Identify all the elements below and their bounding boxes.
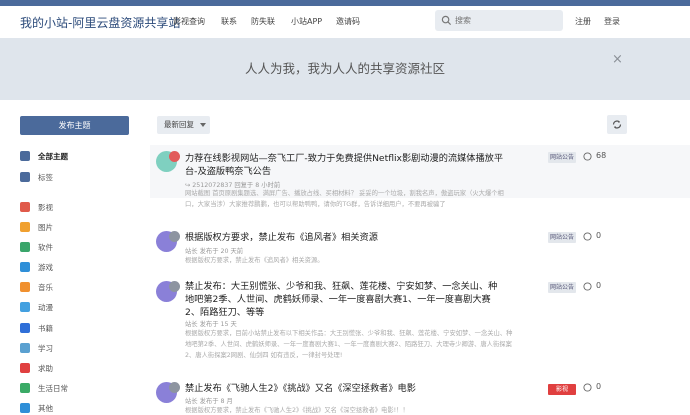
- sidebar-item[interactable]: 软件: [20, 241, 140, 255]
- welcome-banner: 人人为我，我为人人的共享资源社区 ×: [0, 38, 690, 100]
- category-badge[interactable]: 网站公告: [548, 152, 576, 163]
- sidebar-item[interactable]: 书籍: [20, 322, 140, 336]
- chat-bubble-icon: [583, 282, 592, 291]
- site-title[interactable]: 我的小站-阿里云盘资源共享站: [20, 14, 180, 31]
- sidebar-item-label: 音乐: [38, 283, 53, 292]
- topic-excerpt: 根据版权方要求，禁止发布《飞驰人生2》《挑战》又名《深空拯救者》电影!！！: [185, 407, 409, 414]
- sidebar-item-label: 影视: [38, 203, 53, 212]
- topic-title[interactable]: 禁止发布《飞驰人生2》《挑战》又名《深空拯救者》电影: [185, 382, 505, 395]
- sidebar-item[interactable]: 影视: [20, 201, 140, 215]
- topic-excerpt: 网站截图 首页原剧集题选、满屏广告、播放占线、买相材料？ 妥妥的一个垃圾，割我名…: [185, 190, 504, 208]
- topic-meta: 站长 发布于 20 天前: [185, 248, 244, 255]
- lock-icon: [169, 231, 180, 242]
- search-input[interactable]: [455, 13, 555, 28]
- anime-icon: [20, 302, 30, 312]
- topic-item[interactable]: 力荐在线影视网站—奈飞工厂-致力于免费提供Netflix影剧动漫的流媒体播放平台…: [150, 145, 690, 208]
- category-badge[interactable]: 影视: [548, 384, 576, 395]
- software-icon: [20, 242, 30, 252]
- sidebar-item[interactable]: 游戏: [20, 261, 140, 275]
- refresh-button[interactable]: [607, 115, 627, 134]
- topic-meta: 站长 发布于 15 天: [185, 321, 237, 328]
- sidebar-item[interactable]: 全部主题: [20, 150, 140, 164]
- sidebar-item-label: 动漫: [38, 303, 53, 312]
- search-icon: [441, 15, 452, 26]
- reply-count-value: 68: [596, 151, 607, 160]
- music-icon: [20, 282, 30, 292]
- reply-count-value: 0: [596, 231, 602, 240]
- header: 我的小站-阿里云盘资源共享站 影视查询 联系 防失联 小站APP 邀请码 注册 …: [0, 6, 690, 36]
- chat-icon: [20, 151, 30, 161]
- sidebar-item[interactable]: 其他: [20, 402, 140, 415]
- login-link[interactable]: 登录: [604, 16, 620, 27]
- study-icon: [20, 343, 30, 353]
- nav-item-contact[interactable]: 联系: [221, 16, 237, 27]
- sidebar-item-label: 标签: [38, 173, 53, 182]
- topic-excerpt: 根据版权方要求，目前小站禁止发布以下相关作品：大王别慌张、少爷和我、狂飙、莲花楼…: [185, 330, 513, 359]
- other-icon: [20, 403, 30, 413]
- chat-bubble-icon: [583, 383, 592, 392]
- sidebar-item-label: 书籍: [38, 324, 53, 333]
- sidebar-item[interactable]: 生活日常: [20, 382, 140, 396]
- category-badge[interactable]: 网站公告: [548, 282, 576, 293]
- sidebar-item[interactable]: 音乐: [20, 281, 140, 295]
- lock-icon: [169, 382, 180, 393]
- life-icon: [20, 383, 30, 393]
- pin-icon: [169, 151, 180, 162]
- chat-bubble-icon: [583, 232, 592, 241]
- nav-item-anti-lost[interactable]: 防失联: [251, 16, 275, 27]
- banner-text: 人人为我，我为人人的共享资源社区: [244, 61, 445, 76]
- grid-icon: [20, 172, 30, 182]
- game-icon: [20, 262, 30, 272]
- register-link[interactable]: 注册: [575, 16, 591, 27]
- sidebar-item-label: 生活日常: [38, 384, 68, 393]
- page: 我的小站-阿里云盘资源共享站 影视查询 联系 防失联 小站APP 邀请码 注册 …: [0, 0, 690, 415]
- refresh-icon: [612, 120, 622, 129]
- film-icon: [20, 202, 30, 212]
- topic-excerpt: 根据版权方要求，禁止发布《追风者》相关资源。: [185, 257, 324, 264]
- nav-item-movie-search[interactable]: 影视查询: [173, 16, 205, 27]
- reply-count-value: 0: [596, 281, 602, 290]
- topic-title[interactable]: 力荐在线影视网站—奈飞工厂-致力于免费提供Netflix影剧动漫的流媒体播放平台…: [185, 152, 505, 178]
- topic-title[interactable]: 根据版权方要求，禁止发布《追风者》相关资源: [185, 231, 505, 244]
- sort-label: 最新回复: [164, 120, 194, 129]
- help-icon: [20, 363, 30, 373]
- reply-count-value: 0: [596, 382, 602, 391]
- search-box[interactable]: [435, 10, 563, 31]
- sidebar-item[interactable]: 图片: [20, 221, 140, 235]
- close-icon[interactable]: ×: [612, 52, 623, 67]
- sidebar-item-label: 其他: [38, 404, 53, 413]
- topic-item[interactable]: 禁止发布：大王别慌张、少爷和我、狂飙、莲花楼、宁安如梦、一念关山、种地吧第2季、…: [150, 278, 690, 373]
- nav-item-app[interactable]: 小站APP: [291, 16, 322, 27]
- sidebar-item-label: 软件: [38, 243, 53, 252]
- sidebar-item-label: 求助: [38, 364, 53, 373]
- sidebar-item-label: 全部主题: [38, 152, 68, 161]
- chat-bubble-icon: [583, 152, 592, 161]
- topic-title[interactable]: 禁止发布：大王别慌张、少爷和我、狂飙、莲花楼、宁安如梦、一念关山、种地吧第2季、…: [185, 280, 505, 319]
- sidebar-item-label: 游戏: [38, 263, 53, 272]
- lock-icon: [169, 281, 180, 292]
- book-icon: [20, 323, 30, 333]
- topic-item[interactable]: 禁止发布《飞驰人生2》《挑战》又名《深空拯救者》电影 站长 发布于 8 月 根据…: [150, 380, 690, 415]
- sidebar-item[interactable]: 标签: [20, 171, 140, 185]
- new-topic-button[interactable]: 发布主题: [20, 116, 129, 135]
- topic-meta: 站长 发布于 8 月: [185, 398, 233, 405]
- sidebar-item-label: 学习: [38, 344, 53, 353]
- sort-dropdown[interactable]: 最新回复: [157, 116, 210, 134]
- image-icon: [20, 222, 30, 232]
- nav-item-invite-code[interactable]: 邀请码: [336, 16, 360, 27]
- category-badge[interactable]: 网站公告: [548, 232, 576, 243]
- topic-item[interactable]: 根据版权方要求，禁止发布《追风者》相关资源 站长 发布于 20 天前 根据版权方…: [150, 226, 690, 270]
- sidebar-item[interactable]: 学习: [20, 342, 140, 356]
- sidebar-item[interactable]: 动漫: [20, 301, 140, 315]
- chevron-down-icon: [200, 123, 206, 127]
- sidebar-item-label: 图片: [38, 223, 53, 232]
- sidebar-item[interactable]: 求助: [20, 362, 140, 376]
